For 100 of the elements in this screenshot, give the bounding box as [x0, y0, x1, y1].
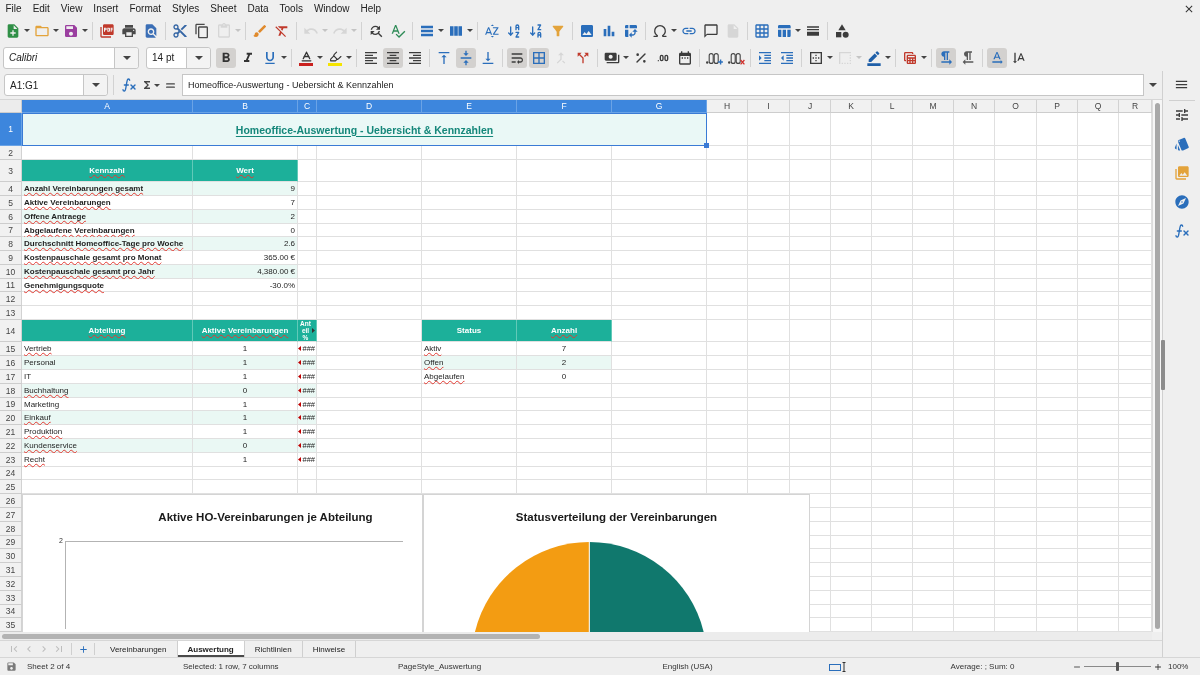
- align-middle-button[interactable]: [456, 47, 476, 68]
- row-header[interactable]: 3: [0, 160, 22, 182]
- row-header[interactable]: 7: [0, 224, 22, 237]
- menu-item[interactable]: Edit: [32, 1, 50, 16]
- row-header[interactable]: 2: [0, 146, 22, 160]
- dropdown-button[interactable]: [186, 47, 210, 68]
- column-header[interactable]: H: [707, 100, 748, 113]
- menu-item[interactable]: Sheet: [210, 1, 237, 16]
- left-to-right-button[interactable]: [936, 47, 956, 68]
- table-cell: Durchschnitt Homeoffice-Tage pro Woche: [22, 237, 193, 251]
- row-header[interactable]: 20: [0, 411, 22, 425]
- dropdown-button[interactable]: [83, 75, 107, 95]
- row-header[interactable]: 30: [0, 549, 22, 563]
- copy-icon: [194, 22, 210, 39]
- selection-mode-button[interactable]: [828, 661, 847, 672]
- row-header[interactable]: 21: [0, 425, 22, 439]
- row-header[interactable]: 11: [0, 279, 22, 292]
- add-decimal-icon: [705, 50, 723, 65]
- row-header[interactable]: 23: [0, 453, 22, 467]
- scrollbar-thumb[interactable]: [2, 633, 540, 639]
- row-header[interactable]: 8: [0, 237, 22, 251]
- row-header[interactable]: 5: [0, 196, 22, 210]
- row-header[interactable]: 35: [0, 618, 22, 632]
- menu-item[interactable]: Window: [313, 1, 350, 16]
- row-header[interactable]: 27: [0, 508, 22, 522]
- formula-input[interactable]: Homeoffice-Auswertung - Uebersicht & Kennzahlen: [182, 74, 1144, 96]
- menu-item[interactable]: Data: [247, 1, 269, 16]
- column-header[interactable]: G: [612, 100, 707, 113]
- page-style[interactable]: PageStyle_Auswertung: [390, 662, 482, 671]
- wrap-text-button[interactable]: [507, 47, 527, 68]
- column-header[interactable]: J: [790, 100, 831, 113]
- column-header[interactable]: I: [748, 100, 790, 113]
- slider-thumb[interactable]: [1116, 662, 1119, 671]
- column-header[interactable]: C: [298, 100, 317, 113]
- row-header[interactable]: 4: [0, 182, 22, 196]
- column-header[interactable]: L: [872, 100, 913, 113]
- bold-button[interactable]: [216, 47, 236, 68]
- column-header[interactable]: O: [995, 100, 1037, 113]
- save-status-button[interactable]: [5, 661, 17, 672]
- row-header[interactable]: 33: [0, 591, 22, 605]
- menu-item[interactable]: View: [60, 1, 83, 16]
- name-box[interactable]: A1:G1: [4, 74, 108, 96]
- language[interactable]: English (USA): [662, 662, 713, 671]
- row-header[interactable]: 22: [0, 439, 22, 453]
- menu-item[interactable]: Format: [129, 1, 162, 16]
- column-header[interactable]: P: [1037, 100, 1078, 113]
- zoom-level[interactable]: 100%: [1168, 662, 1189, 671]
- menu-item[interactable]: Help: [360, 1, 382, 16]
- row-header[interactable]: 17: [0, 370, 22, 384]
- column-header[interactable]: M: [913, 100, 954, 113]
- row-header[interactable]: 9: [0, 251, 22, 265]
- caret-icon: [153, 83, 160, 87]
- sheet-tab[interactable]: Auswertung: [177, 641, 245, 657]
- row-header[interactable]: 26: [0, 494, 22, 508]
- row-header[interactable]: 1: [0, 113, 22, 146]
- column-header[interactable]: E: [422, 100, 517, 113]
- menu-item[interactable]: Tools: [279, 1, 303, 16]
- row-header[interactable]: 18: [0, 384, 22, 398]
- row-header[interactable]: 29: [0, 536, 22, 549]
- row-header[interactable]: 10: [0, 265, 22, 279]
- menu-item[interactable]: File: [5, 1, 22, 16]
- font-color-icon: [298, 49, 314, 66]
- column-header[interactable]: Q: [1078, 100, 1119, 113]
- caret-icon: [920, 56, 927, 59]
- merge-center-button[interactable]: [529, 47, 549, 68]
- menu-item[interactable]: Insert: [93, 1, 119, 16]
- column-header[interactable]: K: [831, 100, 872, 113]
- align-center-button[interactable]: [383, 47, 403, 68]
- row-header[interactable]: 6: [0, 210, 22, 224]
- column-header[interactable]: F: [517, 100, 612, 113]
- row-header[interactable]: 13: [0, 306, 22, 320]
- overflow-arrow-icon: [298, 443, 302, 448]
- text-horizontal-button[interactable]: [987, 47, 1007, 68]
- column-header[interactable]: B: [193, 100, 298, 113]
- row-header[interactable]: 16: [0, 356, 22, 370]
- fill-handle[interactable]: [704, 143, 709, 148]
- table-cell: Personal: [22, 356, 193, 370]
- row-header[interactable]: 24: [0, 467, 22, 480]
- paintbrush-icon: [252, 22, 268, 39]
- row-header[interactable]: 19: [0, 398, 22, 411]
- row-header[interactable]: 25: [0, 480, 22, 494]
- dropdown-button[interactable]: [114, 47, 138, 68]
- row-header[interactable]: 15: [0, 342, 22, 356]
- font-size-box[interactable]: 14 pt: [146, 46, 211, 69]
- font-name-box[interactable]: Calibri: [3, 46, 139, 69]
- sheet-position: Sheet 2 of 4: [26, 662, 71, 671]
- caret-icon: [794, 29, 801, 32]
- column-header[interactable]: N: [954, 100, 995, 113]
- row-header[interactable]: 28: [0, 522, 22, 536]
- sidebar-collapse-handle[interactable]: [1161, 340, 1165, 390]
- row-header[interactable]: 34: [0, 605, 22, 618]
- row-header[interactable]: 14: [0, 320, 22, 342]
- row-header[interactable]: 32: [0, 577, 22, 591]
- column-header[interactable]: D: [317, 100, 422, 113]
- column-header[interactable]: R: [1119, 100, 1152, 113]
- row-header[interactable]: 12: [0, 292, 22, 306]
- table-cell: Offene Antraege: [22, 210, 193, 224]
- row-header[interactable]: 31: [0, 563, 22, 577]
- menu-item[interactable]: Styles: [172, 1, 200, 16]
- column-header[interactable]: A: [22, 100, 193, 113]
